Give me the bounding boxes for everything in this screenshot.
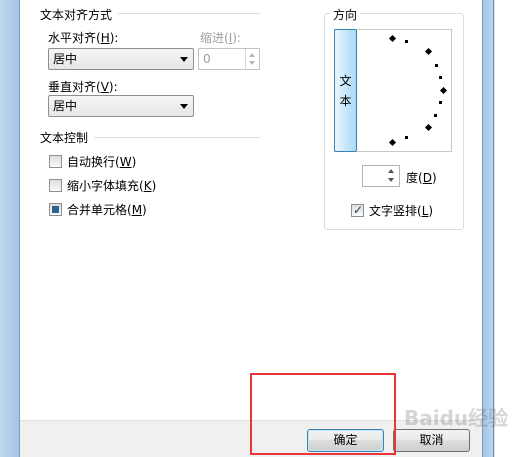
shrink-to-fit-label-suffix: ) [151, 179, 157, 193]
indent-label-text: 缩进( [200, 31, 229, 45]
orientation-dot [435, 64, 438, 67]
spin-down-icon [249, 61, 255, 65]
degree-accesskey: D [422, 171, 432, 185]
vertical-text-button[interactable]: 文 本 [334, 29, 357, 152]
orientation-dot [405, 136, 408, 139]
red-highlight-annotation [250, 373, 396, 455]
shrink-to-fit-label[interactable]: 缩小字体填充(K) [67, 177, 156, 194]
wrap-text-accesskey: W [119, 155, 132, 169]
indent-label-suffix: ): [232, 31, 241, 45]
horizontal-alignment-accesskey: H [100, 31, 110, 45]
spin-up-icon [249, 53, 255, 57]
horizontal-alignment-label-suffix: ): [109, 31, 119, 45]
merge-cells-label-text: 合并单元格( [67, 203, 132, 217]
horizontal-alignment-label: 水平对齐(H): [48, 29, 118, 46]
vertical-alignment-value: 居中 [53, 99, 78, 113]
wrap-text-label-suffix: ) [131, 155, 137, 169]
text-control-divider [94, 137, 260, 138]
text-alignment-section-title: 文本对齐方式 [40, 8, 113, 22]
merge-cells-label-suffix: ) [142, 203, 147, 217]
shrink-to-fit-checkbox[interactable] [49, 179, 62, 192]
wrap-text-label[interactable]: 自动换行(W) [67, 153, 136, 170]
indent-spinner[interactable]: 0 [198, 48, 260, 70]
orientation-dot [405, 40, 408, 43]
vertical-text-char-1: 文 [339, 74, 352, 88]
indent-label: 缩进(I): [200, 29, 241, 46]
orientation-section-title: 方向 [330, 6, 361, 23]
vertical-alignment-label: 垂直对齐(V): [48, 78, 118, 95]
degree-spinner[interactable] [362, 165, 400, 187]
shrink-to-fit-label-text: 缩小字体填充( [67, 179, 144, 193]
merge-cells-accesskey: M [131, 203, 143, 217]
vertical-alignment-label-suffix: ): [108, 80, 118, 94]
dialog-frame-left [0, 0, 20, 457]
wrap-text-checkbox[interactable] [49, 155, 62, 168]
vertical-alignment-label-text: 垂直对齐( [48, 80, 101, 94]
wrap-text-label-text: 自动换行( [67, 155, 120, 169]
dialog-frame-right [482, 0, 494, 457]
degree-spin-buttons[interactable] [385, 166, 399, 186]
spin-up-icon [388, 169, 394, 173]
merge-cells-label[interactable]: 合并单元格(M) [67, 201, 147, 218]
horizontal-alignment-label-text: 水平对齐( [48, 31, 101, 45]
vertical-text-checkbox-label[interactable]: 文字竖排(L) [369, 202, 433, 219]
degree-label-text: 度( [406, 171, 423, 185]
cancel-button[interactable]: 取消 [393, 429, 470, 452]
horizontal-alignment-value: 居中 [53, 52, 78, 66]
checkmark-icon: ✓ [353, 203, 364, 217]
vertical-alignment-select[interactable]: 居中 [48, 95, 194, 117]
indent-spin-buttons [245, 49, 259, 69]
vertical-text-checkbox[interactable]: ✓ [351, 203, 364, 217]
vertical-text-char-2: 本 [339, 94, 352, 108]
degree-label-suffix: ) [431, 171, 437, 185]
watermark-logo: Baidu经验 [404, 406, 509, 430]
orientation-dot [439, 101, 442, 104]
orientation-dot [434, 114, 437, 117]
vertical-text-checkbox-label-text: 文字竖排( [369, 204, 422, 218]
vertical-alignment-accesskey: V [100, 80, 109, 94]
shrink-to-fit-accesskey: K [143, 179, 152, 193]
text-alignment-divider [118, 13, 260, 14]
horizontal-alignment-select[interactable]: 居中 [48, 48, 194, 70]
chevron-down-icon [180, 104, 188, 109]
indent-value: 0 [203, 52, 211, 66]
spreadsheet-scroll-area [494, 0, 522, 457]
vertical-text-checkbox-label-suffix: ) [428, 204, 434, 218]
chevron-down-icon [180, 57, 188, 62]
merge-cells-checkbox[interactable] [49, 203, 62, 216]
degree-label: 度(D) [406, 169, 437, 186]
spin-down-icon [388, 178, 394, 182]
orientation-dot [439, 76, 442, 79]
text-control-section-title: 文本控制 [40, 131, 89, 145]
